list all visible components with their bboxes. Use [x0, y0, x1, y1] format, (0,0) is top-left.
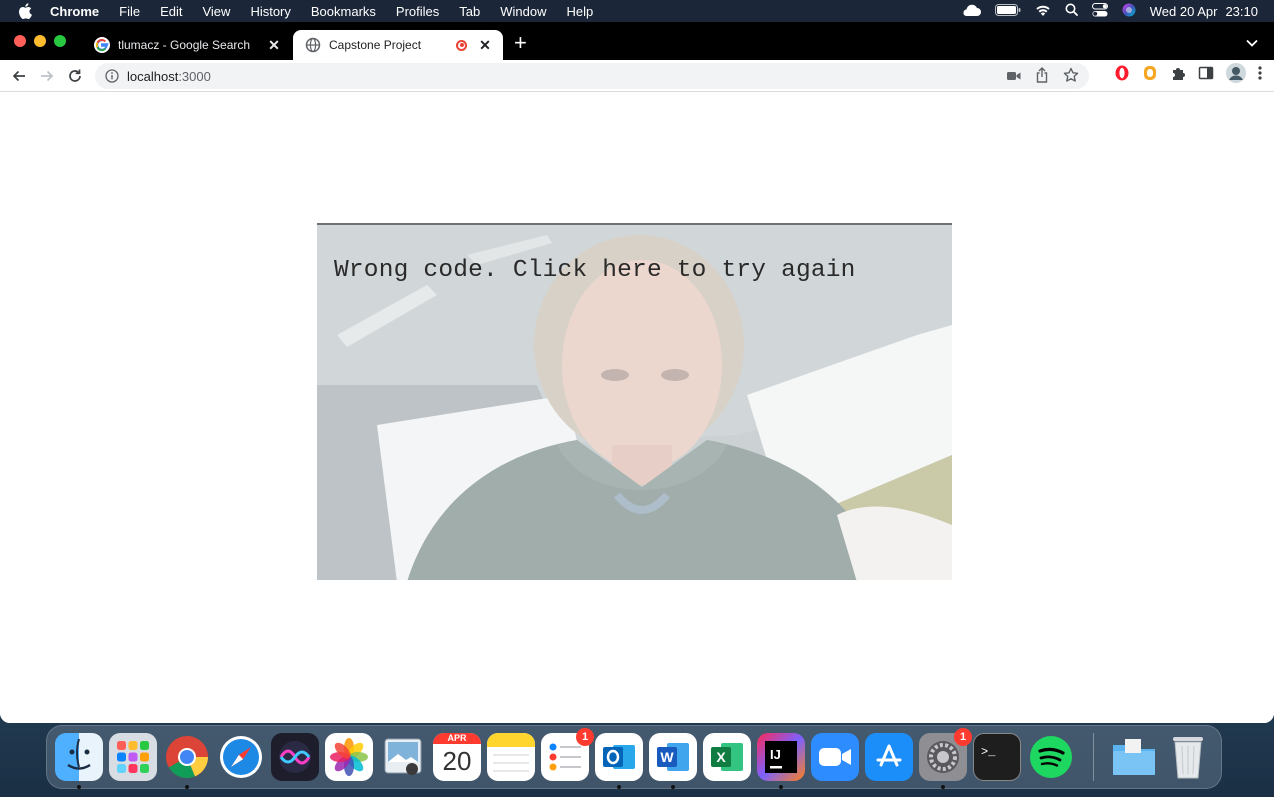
battery-icon[interactable]	[994, 3, 1021, 19]
browser-toolbar: localhost:3000	[0, 60, 1274, 92]
svg-text:X: X	[716, 749, 726, 765]
dock: APR 20 1 W X IJ 1 >_	[46, 725, 1222, 789]
control-center-icon[interactable]	[1091, 2, 1108, 20]
globe-icon	[305, 37, 321, 53]
browser-window: tlumacz - Google Search ✕ Capstone Proje…	[0, 22, 1274, 723]
camera-in-use-icon[interactable]	[1007, 69, 1021, 84]
menu-app-chrome[interactable]: Chrome	[50, 4, 99, 19]
dock-word-icon[interactable]: W	[649, 733, 697, 789]
dock-photos-icon[interactable]	[325, 733, 373, 781]
dock-terminal-icon[interactable]: >_	[973, 733, 1021, 781]
settings-badge: 1	[954, 728, 972, 746]
webcam-feed[interactable]: Wrong code. Click here to try again	[317, 223, 952, 580]
dock-spotify-icon[interactable]	[1027, 733, 1075, 781]
minimize-window-button[interactable]	[34, 35, 46, 47]
menu-date: Wed 20 Apr	[1149, 3, 1218, 19]
menu-window[interactable]: Window	[500, 4, 546, 19]
menu-clock[interactable]: Wed 20 Apr 23:10	[1150, 4, 1258, 19]
url-port: :3000	[178, 68, 211, 84]
tab-google-search[interactable]: tlumacz - Google Search ✕	[82, 30, 292, 60]
dock-outlook-icon[interactable]	[595, 733, 643, 789]
spotlight-icon[interactable]	[1065, 3, 1078, 19]
close-tab-icon[interactable]: ✕	[477, 37, 493, 54]
bookmark-star-icon[interactable]	[1063, 67, 1079, 86]
dock-finder-icon[interactable]	[55, 733, 103, 789]
dock-downloads-folder-icon[interactable]	[1110, 733, 1158, 781]
menu-time: 23:10	[1225, 3, 1258, 19]
tab-strip: tlumacz - Google Search ✕ Capstone Proje…	[0, 22, 1274, 60]
dock-app-store-icon[interactable]	[865, 733, 913, 781]
tab-capstone-project[interactable]: Capstone Project ✕	[293, 30, 503, 60]
menu-bookmarks[interactable]: Bookmarks	[311, 4, 376, 19]
tab-title: tlumacz - Google Search	[118, 38, 251, 52]
url-host: localhost	[127, 68, 179, 84]
retry-message-link[interactable]: Wrong code. Click here to try again	[334, 257, 856, 284]
menu-profiles[interactable]: Profiles	[396, 4, 439, 19]
dock-separator	[1093, 733, 1094, 781]
menu-tab[interactable]: Tab	[459, 4, 480, 19]
dock-calendar-icon[interactable]: APR 20	[433, 733, 481, 781]
back-arrow-icon[interactable]	[5, 62, 33, 90]
forward-arrow-icon[interactable]	[33, 62, 61, 90]
menu-file[interactable]: File	[119, 4, 140, 19]
dock-zoom-icon[interactable]	[811, 733, 859, 781]
honey-extension-icon[interactable]	[1142, 65, 1158, 86]
chrome-menu-icon[interactable]	[1258, 65, 1262, 86]
dock-chrome-icon[interactable]	[163, 733, 211, 789]
opera-extension-icon[interactable]	[1114, 65, 1130, 86]
apple-icon[interactable]	[18, 3, 32, 19]
tab-search-chevron-icon[interactable]	[1246, 34, 1258, 52]
svg-text:W: W	[660, 749, 674, 765]
close-window-button[interactable]	[14, 35, 26, 47]
calendar-month: APR	[433, 733, 481, 744]
window-controls	[14, 35, 66, 47]
share-icon[interactable]	[1035, 66, 1049, 86]
dock-siri-icon[interactable]	[271, 733, 319, 781]
menu-edit[interactable]: Edit	[160, 4, 182, 19]
google-icon	[94, 37, 110, 53]
dock-safari-icon[interactable]	[217, 733, 265, 781]
calendar-day: 20	[442, 746, 472, 776]
new-tab-button[interactable]: +	[514, 32, 527, 54]
cloud-icon[interactable]	[961, 4, 981, 19]
siri-icon[interactable]	[1122, 3, 1136, 20]
dock-preview-icon[interactable]	[379, 733, 427, 781]
menu-view[interactable]: View	[202, 4, 230, 19]
svg-text:IJ: IJ	[770, 747, 781, 762]
recording-indicator-icon	[456, 39, 467, 51]
site-info-icon[interactable]	[105, 69, 119, 83]
menu-bar: Chrome File Edit View History Bookmarks …	[0, 0, 1274, 22]
dock-reminders-icon[interactable]: 1	[541, 728, 594, 781]
dock-trash-icon[interactable]	[1164, 733, 1212, 781]
reminders-badge: 1	[576, 728, 594, 746]
side-panel-icon[interactable]	[1198, 65, 1214, 86]
dock-system-preferences-icon[interactable]: 1	[919, 728, 972, 789]
reload-icon[interactable]	[61, 62, 89, 90]
wifi-icon[interactable]	[1035, 4, 1051, 19]
dock-launchpad-icon[interactable]	[109, 733, 157, 781]
menu-help[interactable]: Help	[567, 4, 594, 19]
tab-title: Capstone Project	[329, 38, 422, 52]
dock-intellij-icon[interactable]: IJ	[757, 733, 805, 789]
address-bar[interactable]: localhost:3000	[95, 63, 1089, 89]
dock-notes-icon[interactable]	[487, 733, 535, 781]
dock-excel-icon[interactable]: X	[703, 733, 751, 781]
zoom-window-button[interactable]	[54, 35, 66, 47]
menu-history[interactable]: History	[250, 4, 290, 19]
extensions-puzzle-icon[interactable]	[1170, 65, 1186, 86]
page-viewport: Wrong code. Click here to try again	[0, 92, 1274, 723]
profile-avatar[interactable]	[1226, 63, 1246, 88]
close-tab-icon[interactable]: ✕	[266, 37, 282, 54]
svg-text:>_: >_	[981, 745, 996, 759]
